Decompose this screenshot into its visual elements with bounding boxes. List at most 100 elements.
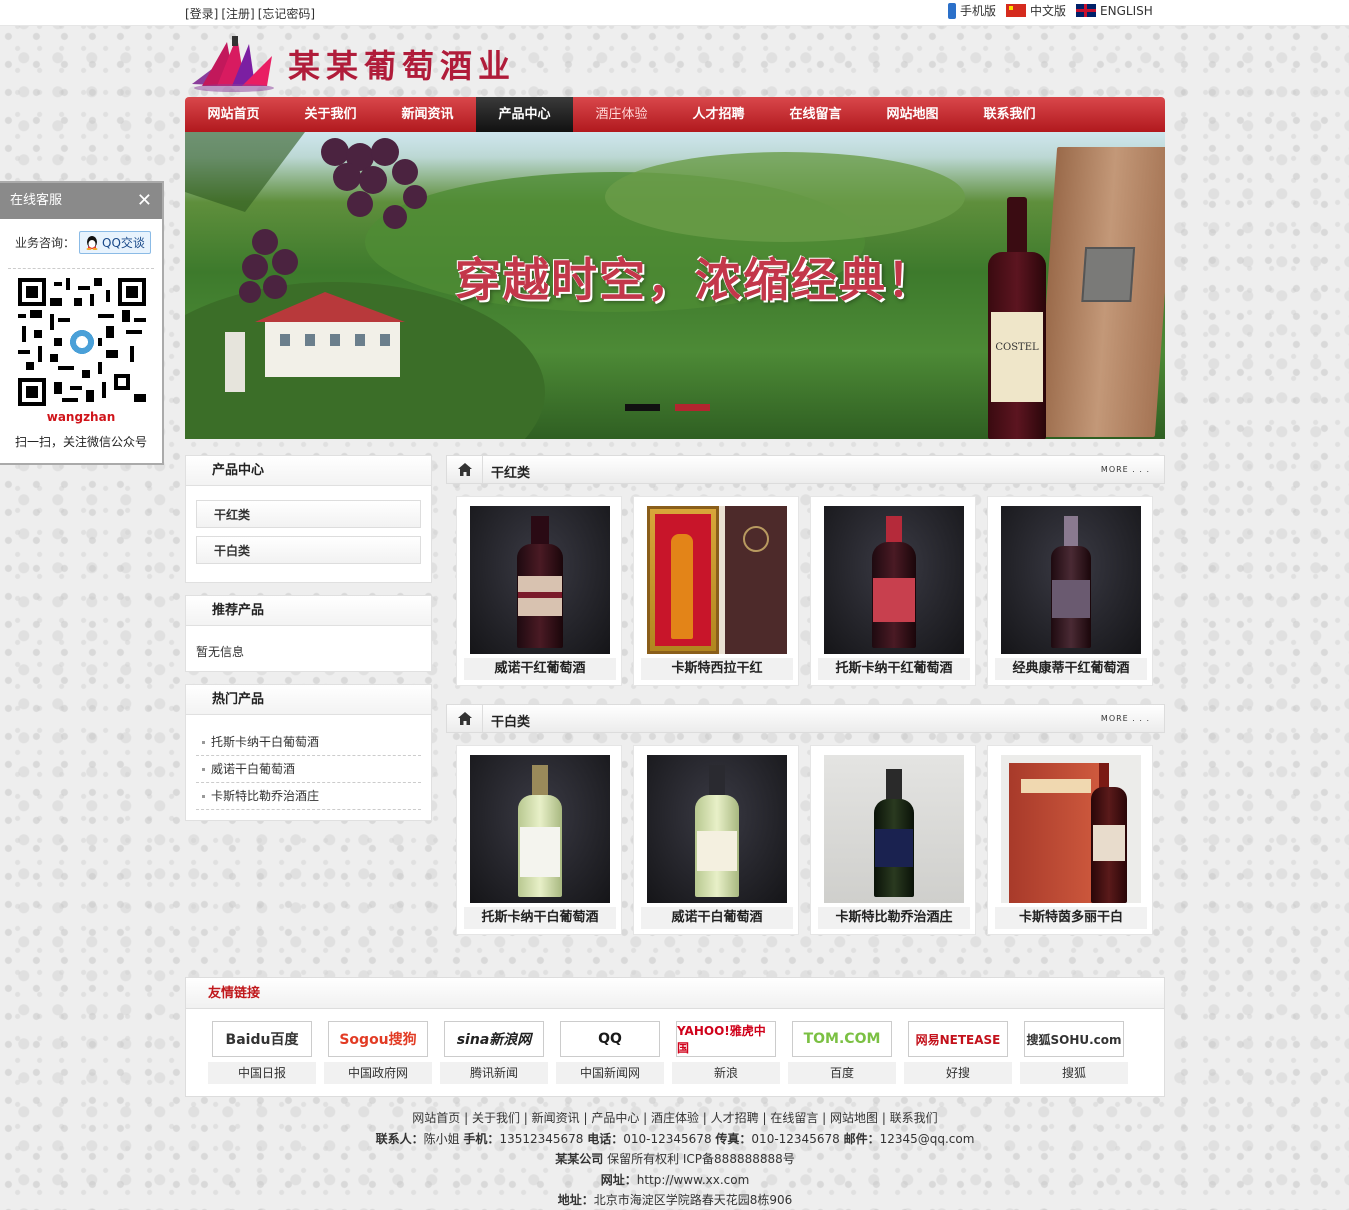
- tom-logo[interactable]: TOM.COM: [792, 1021, 892, 1057]
- friend-link[interactable]: 新浪: [672, 1062, 780, 1084]
- mobile-version-label: 手机版: [960, 4, 997, 18]
- nav-home[interactable]: 网站首页: [185, 97, 282, 132]
- product-image: [824, 506, 964, 654]
- sogou-logo[interactable]: Sogou搜狗: [328, 1021, 428, 1057]
- nav-products[interactable]: 产品中心: [476, 97, 573, 132]
- product-card[interactable]: 卡斯特茵多丽干白: [987, 745, 1153, 935]
- register-link[interactable]: [注册]: [221, 7, 254, 21]
- wine-bottles-logo-icon: [187, 34, 282, 94]
- recommended-title: 推荐产品: [186, 596, 431, 626]
- yahoo-logo[interactable]: YAHOO!雅虎中国: [676, 1021, 776, 1057]
- service-title: 在线客服: [10, 193, 63, 208]
- language-switcher: 手机版 中文版 ENGLISH: [948, 2, 1153, 19]
- nav-contact[interactable]: 联系我们: [961, 97, 1058, 132]
- section-title: 干红类: [491, 466, 531, 481]
- product-name: 经典康蒂干红葡萄酒: [995, 658, 1147, 680]
- sohu-logo[interactable]: 搜狐SOHU.com: [1024, 1021, 1124, 1057]
- china-flag-icon: [1006, 4, 1027, 17]
- nav-jobs[interactable]: 人才招聘: [670, 97, 767, 132]
- mobile-version-link[interactable]: 手机版: [948, 2, 996, 19]
- home-icon[interactable]: [447, 705, 483, 732]
- fax-label: 传真：: [715, 1131, 752, 1146]
- friend-link[interactable]: 搜狐: [1020, 1062, 1128, 1084]
- product-image: [824, 755, 964, 903]
- nav-winery[interactable]: 酒庄体验: [573, 97, 670, 132]
- login-link[interactable]: [登录]: [185, 7, 218, 21]
- email-label: 邮件：: [843, 1131, 880, 1146]
- footer: 网站首页 | 关于我们 | 新闻资讯 | 产品中心 | 酒庄体验 | 人才招聘 …: [185, 1108, 1165, 1210]
- account-links: [登录] [注册] [忘记密码]: [185, 5, 318, 22]
- product-image: [470, 755, 610, 903]
- qr-account-name: wangzhan: [46, 410, 116, 424]
- friend-link[interactable]: 中国新闻网: [556, 1062, 664, 1084]
- hot-item[interactable]: 威诺干白葡萄酒: [196, 756, 421, 783]
- more-link[interactable]: MORE . . .: [1101, 714, 1150, 723]
- friend-link[interactable]: 好搜: [904, 1062, 1012, 1084]
- nav-message[interactable]: 在线留言: [767, 97, 864, 132]
- hill-shape: [605, 152, 965, 242]
- category-dry-red[interactable]: 干红类: [196, 500, 421, 528]
- baidu-logo[interactable]: Baidu百度: [212, 1021, 312, 1057]
- bottle-label: COSTEL: [991, 312, 1043, 402]
- wechat-qr-code: [18, 278, 146, 406]
- address-text: 北京市海淀区学院路春天花园8栋906: [593, 1193, 793, 1207]
- friend-link[interactable]: 腾讯新闻: [440, 1062, 548, 1084]
- english-version-link[interactable]: ENGLISH: [1076, 4, 1153, 18]
- category-dry-white[interactable]: 干白类: [196, 536, 421, 564]
- product-card[interactable]: 托斯卡纳干红葡萄酒: [810, 496, 976, 686]
- footer-nav[interactable]: 网站首页 | 关于我们 | 新闻资讯 | 产品中心 | 酒庄体验 | 人才招聘 …: [185, 1108, 1165, 1129]
- section-header-white: 干白类 MORE . . .: [446, 704, 1165, 733]
- website-url[interactable]: http://www.xx.com: [637, 1173, 750, 1187]
- friend-links: 友情链接 Baidu百度 中国日报 Sogou搜狗 中国政府网 sina新浪网 …: [185, 977, 1165, 1097]
- nav-news[interactable]: 新闻资讯: [379, 97, 476, 132]
- product-card[interactable]: 威诺干红葡萄酒: [456, 496, 622, 686]
- contact-name: 陈小姐: [423, 1131, 460, 1146]
- home-icon[interactable]: [447, 456, 483, 483]
- friend-link[interactable]: 百度: [788, 1062, 896, 1084]
- netease-logo[interactable]: 网易NETEASE: [908, 1021, 1008, 1057]
- product-name: 托斯卡纳干红葡萄酒: [818, 658, 970, 680]
- nav-sitemap[interactable]: 网站地图: [864, 97, 961, 132]
- product-name: 卡斯特西拉干红: [641, 658, 793, 680]
- phone-number: 010-12345678: [623, 1131, 712, 1146]
- email-address[interactable]: 12345@qq.com: [880, 1132, 975, 1146]
- product-card[interactable]: 托斯卡纳干白葡萄酒: [456, 745, 622, 935]
- site-logo[interactable]: 某某葡萄酒业: [187, 34, 516, 94]
- website-label: 网址：: [600, 1172, 637, 1187]
- hot-products-box: 热门产品 托斯卡纳干白葡萄酒 威诺干白葡萄酒 卡斯特比勒乔治酒庄: [185, 684, 432, 821]
- product-card[interactable]: 卡斯特比勒乔治酒庄: [810, 745, 976, 935]
- chinese-version-link[interactable]: 中文版: [1006, 2, 1066, 19]
- slide-dot-1[interactable]: [625, 404, 660, 411]
- product-card[interactable]: 威诺干白葡萄酒: [633, 745, 799, 935]
- product-card[interactable]: 经典康蒂干红葡萄酒: [987, 496, 1153, 686]
- qq-chat-label: QQ交谈: [102, 236, 145, 250]
- more-link[interactable]: MORE . . .: [1101, 465, 1150, 474]
- consult-row: 业务咨询： QQ交谈: [0, 219, 162, 254]
- nav-about[interactable]: 关于我们: [282, 97, 379, 132]
- friend-link[interactable]: 中国政府网: [324, 1062, 432, 1084]
- banner-slogan: 穿越时空，浓缩经典！: [455, 253, 935, 307]
- online-service-panel: 在线客服 ✕ 业务咨询： QQ交谈 wangzhan 扫一扫，关注微信公众号: [0, 181, 164, 465]
- product-image: [647, 755, 787, 903]
- product-name: 卡斯特茵多丽干白: [995, 907, 1147, 929]
- winery-building-icon: [225, 292, 405, 392]
- footer-contact: 联系人：陈小姐 手机：13512345678 电话：010-12345678 传…: [185, 1129, 1165, 1150]
- close-icon[interactable]: ✕: [137, 183, 152, 219]
- product-image: [1001, 755, 1141, 903]
- wooden-wine-box: [1036, 147, 1165, 437]
- hot-products-title: 热门产品: [186, 685, 431, 715]
- hero-banner[interactable]: 穿越时空，浓缩经典！ COSTEL: [185, 132, 1165, 439]
- forgot-password-link[interactable]: [忘记密码]: [258, 7, 315, 21]
- service-header: 在线客服 ✕: [0, 183, 162, 219]
- qq-logo[interactable]: QQ: [560, 1021, 660, 1057]
- product-name: 托斯卡纳干白葡萄酒: [464, 907, 616, 929]
- english-version-label: ENGLISH: [1100, 3, 1153, 18]
- sina-logo[interactable]: sina新浪网: [444, 1021, 544, 1057]
- hot-item[interactable]: 托斯卡纳干白葡萄酒: [196, 729, 421, 756]
- slide-dot-2[interactable]: [675, 404, 710, 411]
- product-card[interactable]: 卡斯特西拉干红: [633, 496, 799, 686]
- footer-website: 网址：http://www.xx.com: [185, 1170, 1165, 1191]
- qq-chat-button[interactable]: QQ交谈: [79, 231, 151, 254]
- hot-item[interactable]: 卡斯特比勒乔治酒庄: [196, 783, 421, 810]
- friend-link[interactable]: 中国日报: [208, 1062, 316, 1084]
